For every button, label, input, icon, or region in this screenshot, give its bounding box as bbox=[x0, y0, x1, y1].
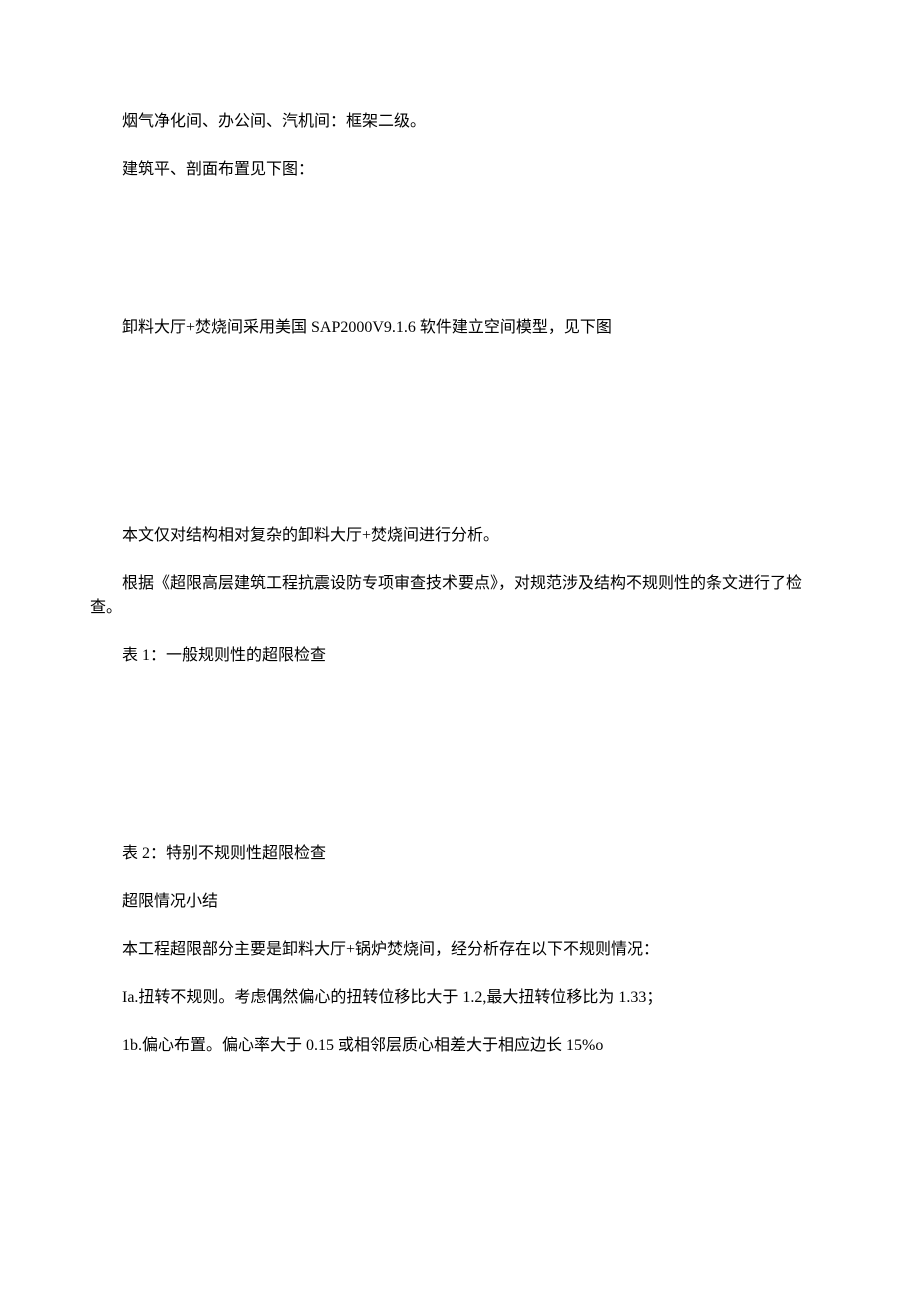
paragraph-item-1b: 1b.偏心布置。偏心率大于 0.15 或相邻层质心相差大于相应边长 15%o bbox=[90, 1034, 830, 1058]
paragraph-item-ia: Ia.扭转不规则。考虑偶然偏心的扭转位移比大于 1.2,最大扭转位移比为 1.3… bbox=[90, 986, 830, 1010]
paragraph-summary-heading: 超限情况小结 bbox=[90, 890, 830, 914]
table-2-caption: 表 2：特别不规则性超限检查 bbox=[90, 842, 830, 866]
paragraph-summary-body: 本工程超限部分主要是卸料大厅+锅炉焚烧间，经分析存在以下不规则情况： bbox=[90, 938, 830, 962]
paragraph-code-check: 根据《超限高层建筑工程抗震设防专项审查技术要点》，对规范涉及结构不规则性的条文进… bbox=[90, 572, 830, 620]
paragraph-analysis-scope: 本文仅对结构相对复杂的卸料大厅+焚烧间进行分析。 bbox=[90, 524, 830, 548]
figure-placeholder-layout bbox=[90, 206, 830, 316]
table-1-caption: 表 1：一般规则性的超限检查 bbox=[90, 644, 830, 668]
table-1-placeholder bbox=[90, 692, 830, 842]
paragraph-layout-intro: 建筑平、剖面布置见下图： bbox=[90, 158, 830, 182]
figure-placeholder-model bbox=[90, 364, 830, 524]
paragraph-frame-level: 烟气净化间、办公间、汽机间：框架二级。 bbox=[90, 110, 830, 134]
paragraph-sap2000-model: 卸料大厅+焚烧间采用美国 SAP2000V9.1.6 软件建立空间模型，见下图 bbox=[90, 316, 830, 340]
